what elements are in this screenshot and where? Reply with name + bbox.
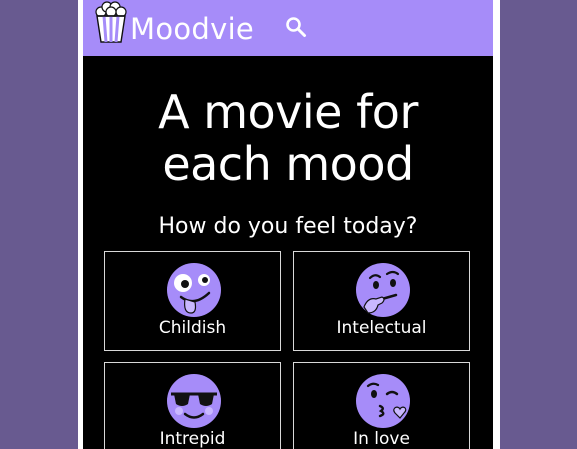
- hero-line-2: each mood: [162, 137, 414, 191]
- hero-line-1: A movie for: [158, 85, 418, 139]
- mood-card-in-love[interactable]: In love: [293, 362, 470, 449]
- mood-label-in-love: In love: [353, 429, 410, 449]
- app-header: Moodvie: [83, 0, 493, 56]
- hero-heading: A movie for each mood: [83, 86, 493, 190]
- app-screen: Moodvie A movie for each mood How do you…: [83, 0, 493, 449]
- app-title: Moodvie: [130, 12, 255, 46]
- kissing-face-icon: [356, 374, 410, 428]
- popcorn-icon: [95, 1, 127, 43]
- sunglasses-face-icon: [167, 374, 221, 428]
- mood-label-childish: Childish: [158, 318, 227, 338]
- mood-card-intelectual[interactable]: Intelectual: [293, 251, 470, 351]
- mood-prompt: How do you feel today?: [158, 214, 418, 239]
- zany-face-icon: [167, 263, 221, 317]
- mood-label-intelectual: Intelectual: [336, 318, 427, 338]
- phone-frame: Moodvie A movie for each mood How do you…: [78, 0, 500, 449]
- mood-card-intrepid[interactable]: Intrepid: [104, 362, 281, 449]
- search-icon[interactable]: [285, 16, 307, 38]
- mood-label-intrepid: Intrepid: [159, 429, 226, 449]
- mood-card-childish[interactable]: Childish: [104, 251, 281, 351]
- thinking-face-icon: [356, 263, 410, 317]
